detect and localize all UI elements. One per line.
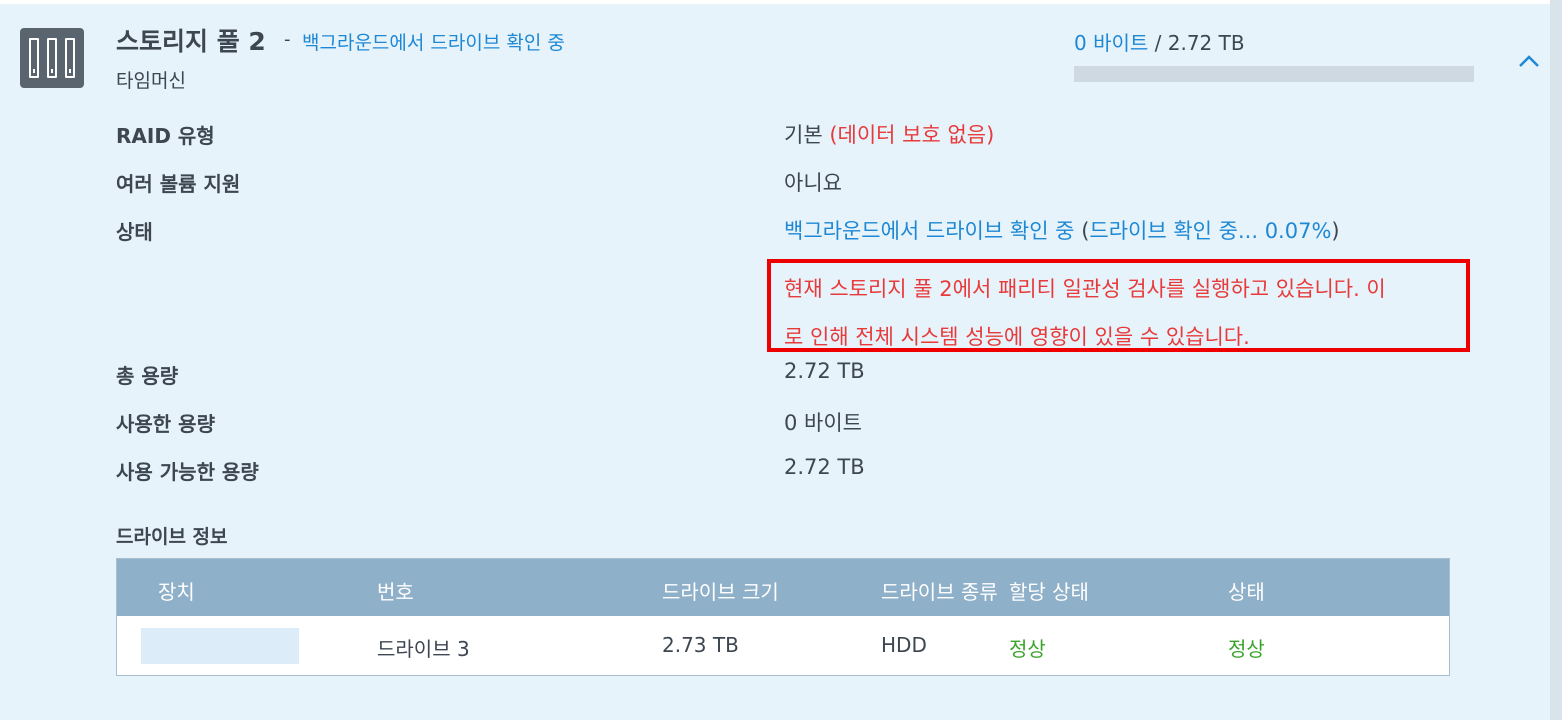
drive-bay-2 (47, 38, 57, 78)
used-capacity-label: 사용한 용량 (116, 412, 215, 436)
used-capacity-value: 0 바이트 (784, 411, 862, 435)
chevron-up-icon[interactable] (1518, 50, 1540, 72)
usage-separator: / (1148, 31, 1168, 55)
drive-type-cell: HDD (881, 633, 927, 657)
raid-type-label: RAID 유형 (116, 124, 215, 148)
drive-info-title: 드라이브 정보 (116, 526, 228, 548)
drive-status-cell: 정상 (1228, 637, 1265, 661)
status-value: 백그라운드에서 드라이브 확인 중 (드라이브 확인 중... 0.07%) (784, 215, 1340, 245)
usage-used: 0 바이트 (1074, 31, 1149, 55)
multi-volume-label: 여러 볼륨 지원 (116, 172, 241, 196)
multi-volume-value: 아니요 (784, 171, 842, 195)
available-capacity-value: 2.72 TB (784, 455, 865, 479)
total-capacity-label: 총 용량 (116, 364, 179, 388)
drive-info-table: 장치 번호 드라이브 크기 드라이브 종류 할당 상태 상태 드라이브 3 2.… (116, 558, 1450, 676)
column-header-number[interactable]: 번호 (377, 576, 414, 605)
storage-pool-icon (20, 28, 84, 88)
raid-type-text: 기본 (784, 123, 823, 147)
total-capacity-value: 2.72 TB (784, 359, 865, 383)
status-paren-close: ) (1331, 219, 1340, 243)
drive-number-cell: 드라이브 3 (377, 637, 470, 661)
pool-description: 타임머신 (116, 70, 186, 92)
pool-title: 스토리지 풀 2 (116, 27, 266, 56)
raid-type-value: 기본 (데이터 보호 없음) (784, 119, 994, 149)
column-header-status[interactable]: 상태 (1228, 576, 1265, 605)
column-header-size[interactable]: 드라이브 크기 (662, 576, 779, 605)
usage-summary: 0 바이트 / 2.72 TB (1074, 27, 1245, 56)
status-text: 백그라운드에서 드라이브 확인 중 (784, 219, 1075, 243)
drive-bay-3 (65, 38, 75, 78)
usage-total: 2.72 TB (1167, 31, 1245, 55)
notice-line-1: 현재 스토리지 풀 2에서 패리티 일관성 검사를 실행하고 있습니다. 이 (784, 277, 1386, 301)
column-header-type[interactable]: 드라이브 종류 (881, 576, 998, 605)
scrollbar[interactable] (1550, 0, 1562, 720)
device-cell (141, 628, 299, 664)
pool-status-header: 백그라운드에서 드라이브 확인 중 (302, 32, 565, 54)
storage-pool-panel: 스토리지 풀 2 - 백그라운드에서 드라이브 확인 중 타임머신 0 바이트 … (0, 4, 1550, 720)
usage-progress-bar (1074, 66, 1474, 82)
drive-bay-1 (29, 38, 39, 78)
raid-protection-note: (데이터 보호 없음) (829, 123, 995, 147)
status-progress: 드라이브 확인 중... 0.07% (1089, 219, 1332, 243)
notice-line-2: 로 인해 전체 시스템 성능에 영향이 있을 수 있습니다. (784, 325, 1250, 349)
drive-size-cell: 2.73 TB (662, 633, 739, 657)
allocation-status-cell: 정상 (1009, 637, 1046, 661)
column-header-device[interactable]: 장치 (158, 576, 195, 605)
parity-check-notice: 현재 스토리지 풀 2에서 패리티 일관성 검사를 실행하고 있습니다. 이 로… (767, 259, 1470, 352)
available-capacity-label: 사용 가능한 용량 (116, 460, 259, 484)
column-header-allocation[interactable]: 할당 상태 (1009, 576, 1089, 605)
status-label: 상태 (116, 220, 153, 244)
pool-title-separator: - (284, 29, 291, 50)
